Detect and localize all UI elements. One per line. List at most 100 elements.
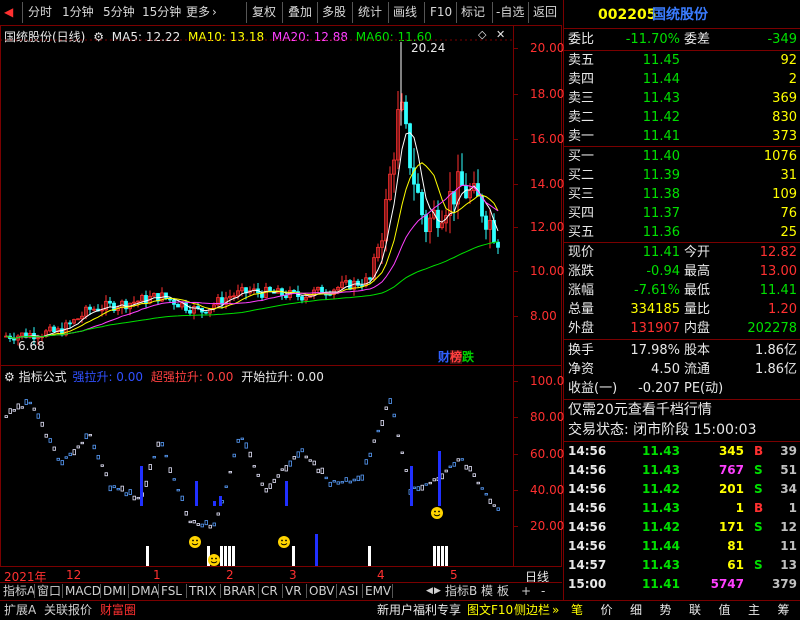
indicator-tab-vr[interactable]: VR xyxy=(285,583,302,599)
tab-more[interactable]: 更多 xyxy=(186,3,210,22)
right-tab-5[interactable]: 值 xyxy=(719,602,731,618)
indicator-right-tab[interactable]: 指标B xyxy=(445,583,477,599)
time-label-5: 5 xyxy=(450,568,458,582)
fundamental-label: 流通 xyxy=(684,362,711,377)
osc-bar xyxy=(364,459,368,465)
buy-order-price: 11.38 xyxy=(642,187,680,202)
right-tab-6[interactable]: 主 xyxy=(748,602,760,618)
tick-count: 34 xyxy=(780,482,797,496)
osc-bar xyxy=(372,439,376,443)
indicator-tab-窗口[interactable]: 窗口 xyxy=(37,583,61,599)
osc-bar xyxy=(284,465,288,472)
osc-bar xyxy=(52,446,56,451)
stat-value: 11.41 xyxy=(759,283,797,298)
ranking-badge[interactable]: 榜 xyxy=(450,350,463,364)
sell-order-label: 卖二 xyxy=(568,110,595,125)
f10-button[interactable]: F10 xyxy=(430,3,452,22)
osc-bar xyxy=(152,456,156,459)
indicator-right-tab[interactable]: 模 xyxy=(481,583,493,599)
restore-rights-button[interactable]: 复权 xyxy=(252,3,276,22)
draw-line-button[interactable]: 画线 xyxy=(393,3,417,22)
double-chevron-icon[interactable]: » xyxy=(552,602,559,618)
osc-bar xyxy=(304,455,308,459)
stock-name[interactable]: 国统股份 xyxy=(652,4,708,26)
candle-body xyxy=(88,306,92,310)
osc-bar xyxy=(380,420,384,426)
osc-bar xyxy=(336,481,340,485)
start-signal-bar xyxy=(292,546,295,566)
indicator-tab-trix[interactable]: TRIX xyxy=(189,583,216,599)
right-tab-0[interactable]: 笔 xyxy=(571,602,583,618)
indicator-tab-指标a[interactable]: 指标A xyxy=(3,583,35,599)
promo-row[interactable]: 仅需20元查看千档行情 xyxy=(564,401,800,420)
wealth-circle-tab[interactable]: 财富圈 xyxy=(100,602,136,618)
osc-bar xyxy=(180,495,184,501)
start-signal-bar xyxy=(232,546,235,566)
promo-text[interactable]: 仅需20元查看千档行情 xyxy=(568,401,712,420)
time-label-4: 4 xyxy=(377,568,385,582)
return-button[interactable]: 返回 xyxy=(533,3,557,22)
indicator-right-tab[interactable]: 板 xyxy=(497,583,509,599)
y-tick-label: 16.00 xyxy=(530,132,565,146)
indicator-tab-fsl[interactable]: FSL xyxy=(161,583,182,599)
indicator-tab-obv[interactable]: OBV xyxy=(309,583,335,599)
related-quotes-tab[interactable]: 关联报价 xyxy=(44,602,92,618)
indicator-y-tick-label: 40.00 xyxy=(530,483,565,497)
indicator-tab-macd[interactable]: MACD xyxy=(65,583,101,599)
indicator-y-tick-label: 60.00 xyxy=(530,447,565,461)
right-tab-2[interactable]: 细 xyxy=(630,602,642,618)
right-tab-1[interactable]: 价 xyxy=(601,602,613,618)
statistics-button[interactable]: 统计 xyxy=(358,3,382,22)
right-tab-7[interactable]: 筹 xyxy=(778,602,790,618)
osc-bar xyxy=(388,398,392,404)
tab-15min[interactable]: 15分钟 xyxy=(142,3,181,22)
overlay-button[interactable]: 叠加 xyxy=(288,3,312,22)
candle-body xyxy=(204,311,208,314)
new-user-promo-link[interactable]: 新用户福利专享 xyxy=(377,602,461,618)
indicator-tab-dma[interactable]: DMA xyxy=(131,583,159,599)
high-price-label: 20.24 xyxy=(411,41,446,55)
tick-volume: 5747 xyxy=(710,577,744,591)
drop-badge[interactable]: 跌 xyxy=(462,350,474,364)
osc-bar xyxy=(416,486,420,492)
stat-value: 13.00 xyxy=(759,264,797,279)
osc-bar xyxy=(92,444,96,450)
tick-row: 14:57 11.43 61 S 13 xyxy=(564,556,800,574)
chevron-right-icon[interactable]: › xyxy=(212,3,217,22)
graphic-f10-link[interactable]: 图文F10 xyxy=(467,602,513,618)
indicator-right-tab[interactable]: + xyxy=(521,583,531,599)
osc-bar xyxy=(108,485,112,492)
tick-price: 11.43 xyxy=(642,558,680,572)
smiley-icon xyxy=(208,554,220,566)
indicator-tab-brar[interactable]: BRAR xyxy=(223,583,256,599)
tab-1min[interactable]: 1分钟 xyxy=(62,3,94,22)
osc-bar xyxy=(44,433,48,438)
arrow-left-icon[interactable]: ◀ xyxy=(426,583,433,599)
start-signal-bar xyxy=(445,546,448,566)
right-tab-3[interactable]: 势 xyxy=(660,602,672,618)
indicator-tab-dmi[interactable]: DMI xyxy=(103,583,126,599)
right-tab-4[interactable]: 联 xyxy=(689,602,701,618)
mark-button[interactable]: 标记 xyxy=(461,3,485,22)
tab-5min[interactable]: 5分钟 xyxy=(103,3,135,22)
sell-order-price: 11.44 xyxy=(642,72,680,87)
sidebar-link[interactable]: 侧边栏 xyxy=(514,602,550,618)
osc-bar xyxy=(428,481,432,485)
arrow-right-icon[interactable]: ▶ xyxy=(434,583,441,599)
indicator-tab-cr[interactable]: CR xyxy=(261,583,278,599)
indicator-right-tab[interactable]: - xyxy=(541,583,545,599)
extension-a-tab[interactable]: 扩展A xyxy=(4,602,36,618)
finance-badge[interactable]: 财 xyxy=(438,350,450,364)
fundamental-value: 1.86亿 xyxy=(755,362,797,377)
back-arrow-icon[interactable]: ◀ xyxy=(4,3,18,22)
remove-watchlist-button[interactable]: -自选 xyxy=(496,3,524,22)
buy-order-volume: 31 xyxy=(780,168,797,183)
multi-stock-button[interactable]: 多股 xyxy=(322,3,346,22)
indicator-tab-emv[interactable]: EMV xyxy=(365,583,391,599)
tick-time: 14:57 xyxy=(568,558,607,572)
tick-row: 14:56 11.42 171 S 12 xyxy=(564,518,800,536)
osc-bar xyxy=(232,453,236,458)
osc-bar xyxy=(448,465,452,468)
indicator-tab-asi[interactable]: ASI xyxy=(339,583,358,599)
tab-intraday[interactable]: 分时 xyxy=(28,3,52,22)
